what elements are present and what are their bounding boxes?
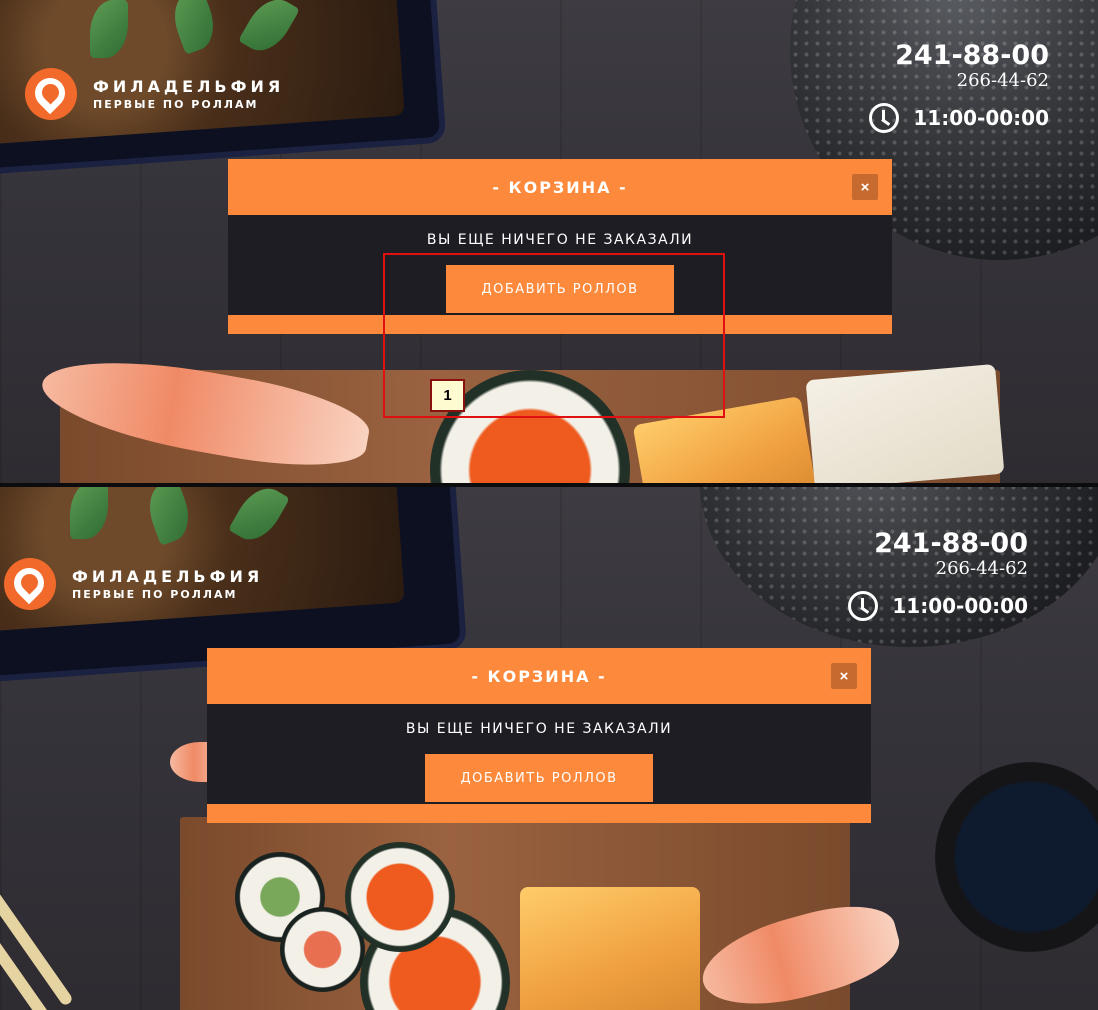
- hours-text: 11:00-00:00: [892, 594, 1028, 618]
- empty-cart-message: ВЫ ЕЩЕ НИЧЕГО НЕ ЗАКАЗАЛИ: [426, 232, 694, 248]
- brand-logo[interactable]: ФИЛАДЕЛЬФИЯ ПЕРВЫЕ ПО РОЛЛАМ: [25, 68, 284, 120]
- cart-modal-footer: [207, 804, 871, 823]
- contact-block: 241-88-00 266-44-62 11:00-00:00: [848, 529, 1028, 621]
- brand-tagline: ПЕРВЫЕ ПО РОЛЛАМ: [93, 98, 259, 111]
- brand-name: ФИЛАДЕЛЬФИЯ: [93, 77, 285, 96]
- contact-block: 241-88-00 266-44-62 11:00-00:00: [869, 41, 1049, 133]
- clock-icon: [869, 103, 900, 133]
- brand-tagline: ПЕРВЫЕ ПО РОЛЛАМ: [72, 588, 238, 601]
- cart-modal-title: - КОРЗИНА -: [471, 666, 607, 686]
- working-hours: 11:00-00:00: [869, 103, 1049, 133]
- empty-cart-message: ВЫ ЕЩЕ НИЧЕГО НЕ ЗАКАЗАЛИ: [405, 721, 673, 737]
- logo-icon: [25, 68, 77, 120]
- clock-icon: [848, 591, 879, 621]
- brand-logo[interactable]: ФИЛАДЕЛЬФИЯ ПЕРВЫЕ ПО РОЛЛАМ: [4, 558, 263, 610]
- add-rolls-button[interactable]: ДОБАВИТЬ РОЛЛОВ: [425, 754, 653, 802]
- cart-modal: - КОРЗИНА - × ВЫ ЕЩЕ НИЧЕГО НЕ ЗАКАЗАЛИ …: [207, 648, 871, 823]
- cart-modal-header: - КОРЗИНА - ×: [207, 648, 871, 704]
- phone-main[interactable]: 241-88-00: [869, 41, 1049, 71]
- close-button[interactable]: ×: [831, 663, 857, 689]
- phone-alt[interactable]: 266-44-62: [848, 559, 1028, 579]
- cart-modal-title: - КОРЗИНА -: [492, 177, 628, 197]
- phone-alt[interactable]: 266-44-62: [869, 71, 1049, 91]
- brand-name: ФИЛАДЕЛЬФИЯ: [72, 567, 264, 586]
- annotation-marker: 1: [430, 379, 465, 412]
- close-button[interactable]: ×: [852, 174, 878, 200]
- screenshot-panel-bottom: ФИЛАДЕЛЬФИЯ ПЕРВЫЕ ПО РОЛЛАМ 241-88-00 2…: [0, 487, 1098, 1010]
- cart-modal-header: - КОРЗИНА - ×: [228, 159, 892, 215]
- logo-icon: [4, 558, 56, 610]
- screenshot-panel-top: ФИЛАДЕЛЬФИЯ ПЕРВЫЕ ПО РОЛЛАМ 241-88-00 2…: [0, 0, 1098, 483]
- hours-text: 11:00-00:00: [913, 106, 1049, 130]
- phone-main[interactable]: 241-88-00: [848, 529, 1028, 559]
- working-hours: 11:00-00:00: [848, 591, 1028, 621]
